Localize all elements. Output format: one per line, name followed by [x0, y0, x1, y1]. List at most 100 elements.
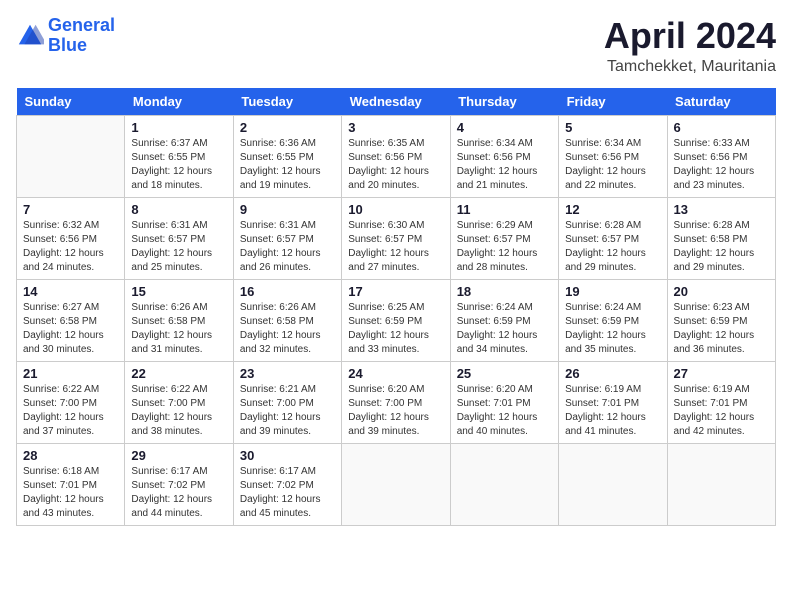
logo-icon	[16, 22, 44, 50]
day-cell: 18 Sunrise: 6:24 AM Sunset: 6:59 PM Dayli…	[450, 279, 558, 361]
day-info: Sunrise: 6:32 AM Sunset: 6:56 PM Dayligh…	[23, 219, 118, 275]
day-info: Sunrise: 6:34 AM Sunset: 6:56 PM Dayligh…	[457, 137, 552, 193]
day-cell	[559, 443, 667, 525]
day-number: 8	[131, 202, 226, 217]
day-cell: 3 Sunrise: 6:35 AM Sunset: 6:56 PM Daylig…	[342, 115, 450, 197]
week-row-3: 14 Sunrise: 6:27 AM Sunset: 6:58 PM Dayli…	[17, 279, 776, 361]
day-cell: 13 Sunrise: 6:28 AM Sunset: 6:58 PM Dayli…	[667, 197, 775, 279]
day-number: 25	[457, 366, 552, 381]
day-cell: 20Sunrise: 6:23 AM Sunset: 6:59 PM Dayli…	[667, 279, 775, 361]
col-header-friday: Friday	[559, 88, 667, 116]
day-cell: 28Sunrise: 6:18 AM Sunset: 7:01 PM Dayli…	[17, 443, 125, 525]
day-info: Sunrise: 6:22 AM Sunset: 7:00 PM Dayligh…	[131, 383, 226, 439]
day-info: Sunrise: 6:35 AM Sunset: 6:56 PM Dayligh…	[348, 137, 443, 193]
day-number: 22	[131, 366, 226, 381]
day-cell	[17, 115, 125, 197]
day-cell: 1 Sunrise: 6:37 AM Sunset: 6:55 PM Daylig…	[125, 115, 233, 197]
day-cell	[450, 443, 558, 525]
calendar-table: SundayMondayTuesdayWednesdayThursdayFrid…	[16, 88, 776, 526]
day-info: Sunrise: 6:27 AM Sunset: 6:58 PM Dayligh…	[23, 301, 118, 357]
day-number: 7	[23, 202, 118, 217]
day-info: Sunrise: 6:18 AM Sunset: 7:01 PM Dayligh…	[23, 465, 118, 521]
day-number: 30	[240, 448, 335, 463]
title-block: April 2024 Tamchekket, Mauritania	[604, 16, 776, 76]
day-info: Sunrise: 6:34 AM Sunset: 6:56 PM Dayligh…	[565, 137, 660, 193]
day-info: Sunrise: 6:28 AM Sunset: 6:57 PM Dayligh…	[565, 219, 660, 275]
day-info: Sunrise: 6:22 AM Sunset: 7:00 PM Dayligh…	[23, 383, 118, 439]
col-header-thursday: Thursday	[450, 88, 558, 116]
logo-line2: Blue	[48, 35, 87, 55]
day-cell: 17 Sunrise: 6:25 AM Sunset: 6:59 PM Dayli…	[342, 279, 450, 361]
week-row-2: 7 Sunrise: 6:32 AM Sunset: 6:56 PM Daylig…	[17, 197, 776, 279]
day-number: 24	[348, 366, 443, 381]
day-info: Sunrise: 6:30 AM Sunset: 6:57 PM Dayligh…	[348, 219, 443, 275]
day-cell: 24 Sunrise: 6:20 AM Sunset: 7:00 PM Dayli…	[342, 361, 450, 443]
week-row-4: 21 Sunrise: 6:22 AM Sunset: 7:00 PM Dayli…	[17, 361, 776, 443]
day-info: Sunrise: 6:19 AM Sunset: 7:01 PM Dayligh…	[565, 383, 660, 439]
day-number: 3	[348, 120, 443, 135]
month-title: April 2024	[604, 16, 776, 56]
col-header-sunday: Sunday	[17, 88, 125, 116]
day-cell: 11Sunrise: 6:29 AM Sunset: 6:57 PM Dayli…	[450, 197, 558, 279]
day-info: Sunrise: 6:20 AM Sunset: 7:00 PM Dayligh…	[348, 383, 443, 439]
day-info: Sunrise: 6:26 AM Sunset: 6:58 PM Dayligh…	[240, 301, 335, 357]
day-number: 23	[240, 366, 335, 381]
day-number: 9	[240, 202, 335, 217]
day-info: Sunrise: 6:31 AM Sunset: 6:57 PM Dayligh…	[240, 219, 335, 275]
day-cell: 6 Sunrise: 6:33 AM Sunset: 6:56 PM Daylig…	[667, 115, 775, 197]
day-cell: 23 Sunrise: 6:21 AM Sunset: 7:00 PM Dayli…	[233, 361, 341, 443]
day-number: 16	[240, 284, 335, 299]
day-number: 26	[565, 366, 660, 381]
day-info: Sunrise: 6:21 AM Sunset: 7:00 PM Dayligh…	[240, 383, 335, 439]
day-info: Sunrise: 6:17 AM Sunset: 7:02 PM Dayligh…	[240, 465, 335, 521]
day-cell: 12 Sunrise: 6:28 AM Sunset: 6:57 PM Dayli…	[559, 197, 667, 279]
day-info: Sunrise: 6:36 AM Sunset: 6:55 PM Dayligh…	[240, 137, 335, 193]
day-cell: 4Sunrise: 6:34 AM Sunset: 6:56 PM Daylig…	[450, 115, 558, 197]
page-header: General Blue April 2024 Tamchekket, Maur…	[16, 16, 776, 76]
logo-text: General Blue	[48, 16, 115, 56]
logo: General Blue	[16, 16, 115, 56]
day-info: Sunrise: 6:20 AM Sunset: 7:01 PM Dayligh…	[457, 383, 552, 439]
day-cell: 14 Sunrise: 6:27 AM Sunset: 6:58 PM Dayli…	[17, 279, 125, 361]
day-cell: 30 Sunrise: 6:17 AM Sunset: 7:02 PM Dayli…	[233, 443, 341, 525]
day-info: Sunrise: 6:31 AM Sunset: 6:57 PM Dayligh…	[131, 219, 226, 275]
day-number: 17	[348, 284, 443, 299]
day-info: Sunrise: 6:25 AM Sunset: 6:59 PM Dayligh…	[348, 301, 443, 357]
day-info: Sunrise: 6:37 AM Sunset: 6:55 PM Dayligh…	[131, 137, 226, 193]
day-number: 20	[674, 284, 769, 299]
day-number: 18	[457, 284, 552, 299]
col-header-wednesday: Wednesday	[342, 88, 450, 116]
day-number: 5	[565, 120, 660, 135]
col-header-monday: Monday	[125, 88, 233, 116]
day-number: 1	[131, 120, 226, 135]
day-cell: 25 Sunrise: 6:20 AM Sunset: 7:01 PM Dayli…	[450, 361, 558, 443]
day-info: Sunrise: 6:24 AM Sunset: 6:59 PM Dayligh…	[457, 301, 552, 357]
col-header-tuesday: Tuesday	[233, 88, 341, 116]
day-cell: 19Sunrise: 6:24 AM Sunset: 6:59 PM Dayli…	[559, 279, 667, 361]
day-number: 14	[23, 284, 118, 299]
day-number: 10	[348, 202, 443, 217]
day-number: 6	[674, 120, 769, 135]
day-number: 12	[565, 202, 660, 217]
day-cell: 22 Sunrise: 6:22 AM Sunset: 7:00 PM Dayli…	[125, 361, 233, 443]
day-cell: 26 Sunrise: 6:19 AM Sunset: 7:01 PM Dayli…	[559, 361, 667, 443]
day-cell: 8 Sunrise: 6:31 AM Sunset: 6:57 PM Daylig…	[125, 197, 233, 279]
day-cell	[342, 443, 450, 525]
day-cell: 29Sunrise: 6:17 AM Sunset: 7:02 PM Dayli…	[125, 443, 233, 525]
day-info: Sunrise: 6:33 AM Sunset: 6:56 PM Dayligh…	[674, 137, 769, 193]
day-number: 21	[23, 366, 118, 381]
day-number: 15	[131, 284, 226, 299]
day-cell: 16 Sunrise: 6:26 AM Sunset: 6:58 PM Dayli…	[233, 279, 341, 361]
day-cell: 10 Sunrise: 6:30 AM Sunset: 6:57 PM Dayli…	[342, 197, 450, 279]
day-info: Sunrise: 6:19 AM Sunset: 7:01 PM Dayligh…	[674, 383, 769, 439]
day-cell: 27Sunrise: 6:19 AM Sunset: 7:01 PM Dayli…	[667, 361, 775, 443]
day-number: 11	[457, 202, 552, 217]
day-cell: 7 Sunrise: 6:32 AM Sunset: 6:56 PM Daylig…	[17, 197, 125, 279]
day-info: Sunrise: 6:28 AM Sunset: 6:58 PM Dayligh…	[674, 219, 769, 275]
day-number: 13	[674, 202, 769, 217]
day-cell: 21 Sunrise: 6:22 AM Sunset: 7:00 PM Dayli…	[17, 361, 125, 443]
day-number: 29	[131, 448, 226, 463]
week-row-5: 28Sunrise: 6:18 AM Sunset: 7:01 PM Dayli…	[17, 443, 776, 525]
day-cell: 2Sunrise: 6:36 AM Sunset: 6:55 PM Daylig…	[233, 115, 341, 197]
day-cell: 9 Sunrise: 6:31 AM Sunset: 6:57 PM Daylig…	[233, 197, 341, 279]
